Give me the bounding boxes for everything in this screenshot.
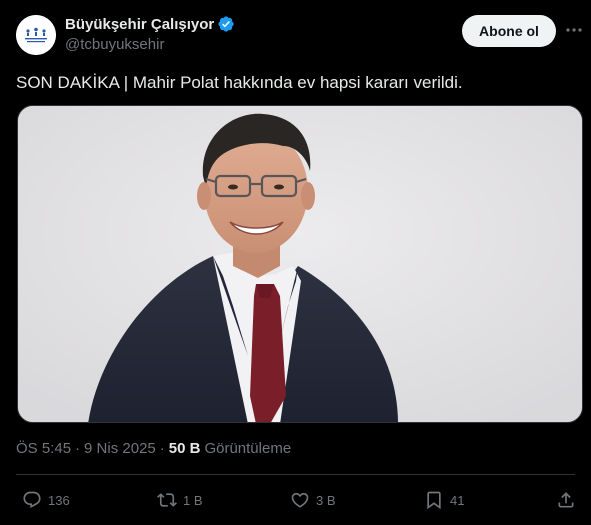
like-count: 3 B bbox=[316, 492, 336, 508]
heart-icon bbox=[290, 490, 310, 510]
repost-count: 1 B bbox=[183, 492, 203, 508]
tweet-photo[interactable] bbox=[17, 105, 583, 423]
bookmark-icon bbox=[424, 490, 444, 510]
repost-icon bbox=[157, 490, 177, 510]
tweet-time[interactable]: ÖS 5:45 bbox=[16, 440, 71, 457]
tweet-meta: ÖS 5:45 · 9 Nis 2025 · 50 B Görüntüleme bbox=[16, 440, 291, 457]
buyuksehir-logo-icon bbox=[16, 15, 56, 55]
verified-badge-icon bbox=[217, 15, 235, 33]
display-name[interactable]: Büyükşehir Çalışıyor bbox=[65, 16, 214, 33]
meta-separator-2: · bbox=[159, 440, 165, 457]
name-row: Büyükşehir Çalışıyor bbox=[65, 14, 235, 34]
portrait-photo bbox=[18, 106, 582, 422]
follow-button[interactable]: Abone ol bbox=[462, 15, 556, 47]
share-icon bbox=[556, 490, 576, 510]
views-count: 50 B bbox=[168, 440, 201, 457]
like-button[interactable]: 3 B bbox=[290, 486, 336, 514]
repost-button[interactable]: 1 B bbox=[157, 486, 203, 514]
reply-button[interactable]: 136 bbox=[22, 486, 70, 514]
tweet-date[interactable]: 9 Nis 2025 bbox=[84, 440, 156, 457]
more-icon[interactable] bbox=[564, 20, 584, 40]
account-handle[interactable]: @tcbuyuksehir bbox=[65, 36, 164, 53]
avatar[interactable] bbox=[16, 15, 56, 55]
share-button[interactable] bbox=[556, 486, 576, 514]
divider bbox=[16, 474, 575, 475]
bookmark-count: 41 bbox=[450, 492, 465, 508]
tweet-header: Büyükşehir Çalışıyor @tcbuyuksehir Abone… bbox=[16, 12, 582, 60]
action-bar: 136 1 B 3 B 41 bbox=[16, 486, 582, 514]
tweet-text: SON DAKİKA | Mahir Polat hakkında ev hap… bbox=[16, 73, 463, 92]
meta-separator: · bbox=[75, 440, 81, 457]
views-label: Görüntüleme bbox=[204, 440, 292, 457]
bookmark-button[interactable]: 41 bbox=[424, 486, 464, 514]
reply-count: 136 bbox=[48, 492, 70, 508]
reply-icon bbox=[22, 490, 42, 510]
